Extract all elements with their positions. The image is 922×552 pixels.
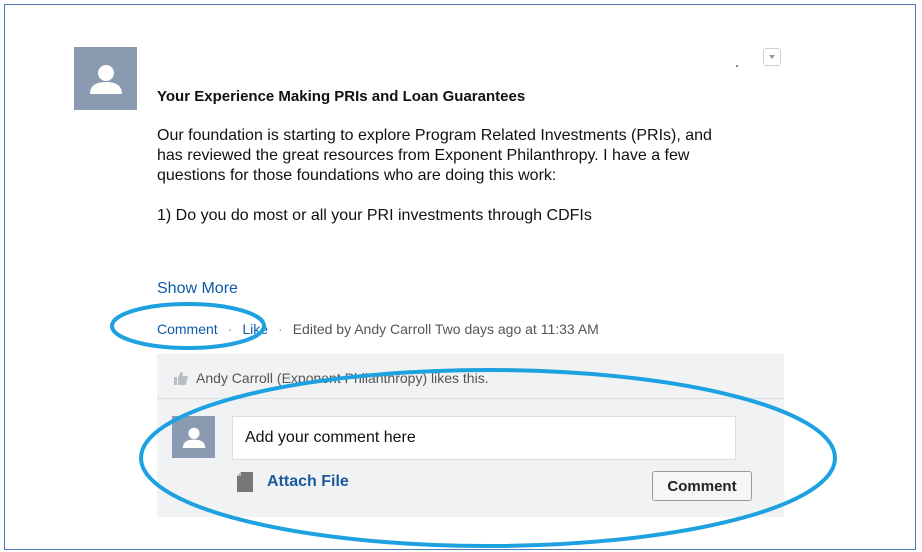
file-icon xyxy=(237,472,253,492)
menu-dot xyxy=(736,65,738,67)
user-icon xyxy=(182,427,205,448)
commenter-avatar xyxy=(172,416,215,458)
show-more-link[interactable]: Show More xyxy=(157,280,238,298)
comment-link[interactable]: Comment xyxy=(157,321,218,337)
attach-file-button[interactable]: Attach File xyxy=(237,472,349,492)
post-action-row: Comment · Like · Edited by Andy Carroll … xyxy=(157,321,599,337)
likes-summary: Andy Carroll (Exponent Philanthropy) lik… xyxy=(157,363,784,393)
like-link[interactable]: Like xyxy=(242,321,268,337)
post-paragraph: 1) Do you do most or all your PRI invest… xyxy=(157,207,592,224)
separator: · xyxy=(227,321,233,337)
thumbs-up-icon xyxy=(174,371,188,385)
likes-text: Andy Carroll (Exponent Philanthropy) lik… xyxy=(196,370,489,386)
post-body: Our foundation is starting to explore Pr… xyxy=(157,126,737,226)
attach-file-label: Attach File xyxy=(267,473,349,490)
user-icon xyxy=(89,64,122,94)
comment-submit-button[interactable]: Comment xyxy=(652,471,752,501)
post-title[interactable]: Your Experience Making PRIs and Loan Gua… xyxy=(157,88,525,105)
post-author-avatar[interactable] xyxy=(74,47,137,110)
post-paragraph: Our foundation is starting to explore Pr… xyxy=(157,127,712,184)
separator: · xyxy=(278,321,283,337)
comment-input[interactable] xyxy=(232,416,736,460)
dropdown-arrow-icon xyxy=(769,55,775,59)
feedback-panel: Andy Carroll (Exponent Philanthropy) lik… xyxy=(157,354,784,517)
post-menu-dropdown[interactable] xyxy=(763,48,781,66)
edited-info: Edited by Andy Carroll Two days ago at 1… xyxy=(292,321,599,337)
divider xyxy=(157,398,784,399)
